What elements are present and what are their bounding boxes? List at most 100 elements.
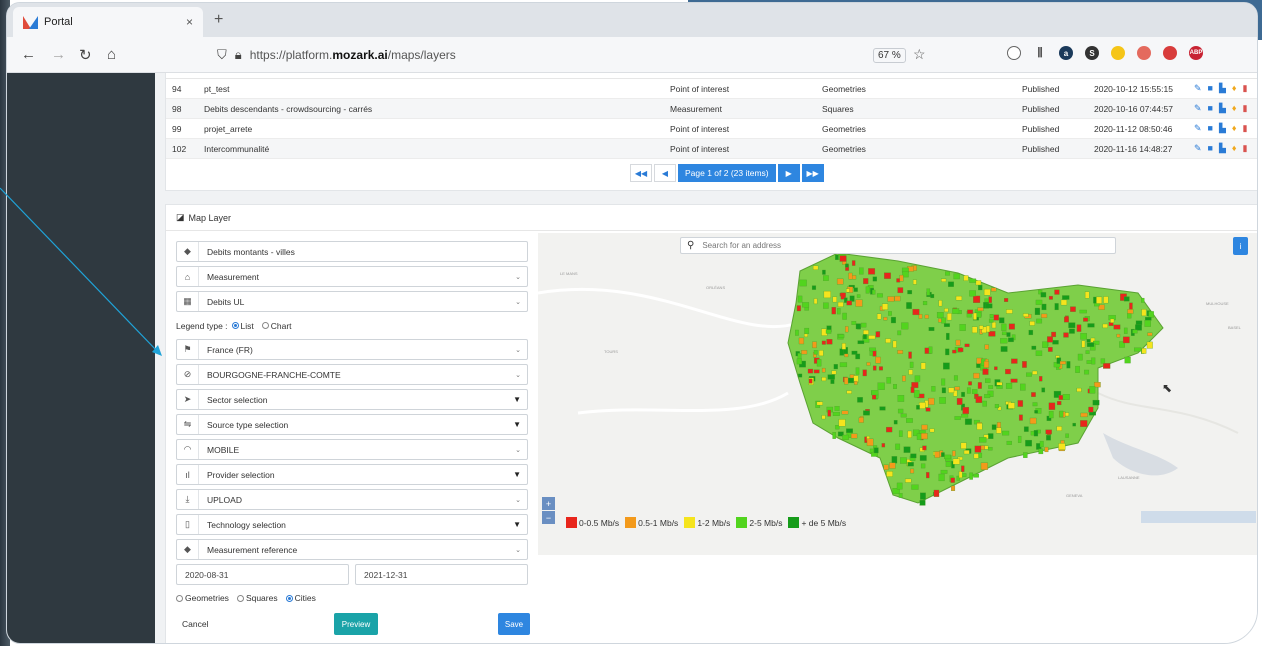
lightbulb-icon[interactable]: ♦ — [1232, 103, 1237, 114]
page-info: Page 1 of 2 (23 items) — [678, 164, 776, 182]
signal-bars-icon: ıl — [177, 465, 199, 484]
edit-icon[interactable]: ✎ — [1194, 143, 1202, 154]
direction-select[interactable]: ⤓ UPLOAD ⌄ — [176, 489, 528, 510]
map-cell — [823, 275, 829, 281]
back-arrow-icon[interactable]: ← — [21, 46, 36, 63]
shield-icon: ⛉ — [217, 47, 227, 62]
geometries-radio[interactable] — [176, 594, 183, 602]
extension-s-icon[interactable]: S — [1085, 46, 1099, 60]
adblock-icon[interactable]: ABP — [1189, 46, 1203, 60]
next-page-button[interactable]: ▶ — [777, 164, 800, 182]
save-button[interactable]: Save — [498, 613, 530, 635]
tab-close-button[interactable]: × — [186, 15, 193, 29]
map-cell — [969, 278, 977, 283]
cancel-button[interactable]: Cancel — [182, 619, 208, 629]
cities-radio[interactable] — [285, 594, 293, 602]
trash-icon[interactable]: ▮ — [1243, 83, 1248, 94]
zoom-out-button[interactable]: − — [542, 511, 555, 524]
first-page-button[interactable]: ◀◀ — [630, 164, 652, 182]
table-row[interactable]: 102 Intercommunalité Point of interest G… — [166, 139, 1257, 159]
date-from-input[interactable]: 2020-08-31 — [176, 564, 349, 585]
copy-icon[interactable]: ■ — [1208, 103, 1213, 114]
caret-down-icon: ▼ — [513, 420, 521, 429]
squares-radio[interactable] — [236, 594, 244, 602]
prev-page-button[interactable]: ◀ — [654, 164, 676, 182]
mobile-phone-icon: ▯ — [177, 515, 199, 534]
table-row[interactable]: 94 pt_test Point of interest Geometries … — [166, 79, 1257, 99]
lightbulb-icon[interactable]: ♦ — [1232, 83, 1237, 94]
file-icon[interactable]: ▙ — [1219, 143, 1226, 154]
trash-icon[interactable]: ▮ — [1243, 143, 1248, 154]
map-cell — [1044, 446, 1049, 453]
address-bar[interactable]: ⛉ 🔒︎ https://platform.mozark.ai/maps/lay… — [217, 43, 937, 67]
extension-a-icon[interactable]: a — [1059, 46, 1073, 60]
map-cell — [1066, 361, 1071, 369]
library-icon[interactable]: ⫼ — [1033, 46, 1047, 60]
map-cell — [988, 447, 993, 451]
metric-select[interactable]: ▦ Debits UL ⌄ — [176, 291, 528, 312]
edit-icon[interactable]: ✎ — [1194, 123, 1202, 134]
place-label: LE MANS — [560, 271, 578, 276]
provider-select[interactable]: ıl Provider selection ▼ — [176, 464, 528, 485]
country-select[interactable]: ⚑ France (FR) ⌄ — [176, 339, 528, 360]
map-cell — [1034, 410, 1038, 414]
technology-select[interactable]: ▯ Technology selection ▼ — [176, 514, 528, 535]
map-cell — [910, 453, 917, 459]
edit-icon[interactable]: ✎ — [1194, 103, 1202, 114]
map-cell — [928, 346, 933, 354]
map-cell — [955, 295, 963, 301]
legend-chart-radio[interactable] — [261, 322, 269, 329]
lightbulb-icon[interactable]: ♦ — [1232, 143, 1237, 154]
map-cell — [1062, 394, 1070, 400]
file-icon[interactable]: ▙ — [1219, 123, 1226, 134]
table-row[interactable]: 99 projet_arrete Point of interest Geome… — [166, 119, 1257, 139]
new-tab-button[interactable]: + — [214, 11, 223, 29]
extension-red-icon[interactable] — [1163, 46, 1177, 60]
source-type-select[interactable]: ⇋ Source type selection ▼ — [176, 414, 528, 435]
preview-button[interactable]: Preview — [334, 613, 378, 635]
table-row[interactable]: 98 Debits descendants - crowdsourcing - … — [166, 99, 1257, 119]
edit-icon[interactable]: ✎ — [1194, 83, 1202, 94]
map-cell — [991, 424, 997, 430]
network-select[interactable]: ◠ MOBILE ⌄ — [176, 439, 528, 460]
tab-title: Portal — [44, 16, 73, 28]
zoom-level[interactable]: 67 % — [873, 48, 906, 63]
pocket-icon[interactable] — [1007, 46, 1021, 60]
map-cell — [812, 341, 817, 349]
copy-icon[interactable]: ■ — [1208, 83, 1213, 94]
category-select[interactable]: ⌂ Measurement ⌄ — [176, 266, 528, 287]
copy-icon[interactable]: ■ — [1208, 123, 1213, 134]
map-view[interactable]: TROYES LE MANS ORLÉANS TOURS MULHOUSE BA… — [538, 233, 1257, 555]
address-search-input[interactable]: ⚲ Search for an address — [680, 237, 1116, 254]
map-cell — [1054, 289, 1060, 295]
zoom-in-button[interactable]: + — [542, 497, 555, 510]
legend-list-radio[interactable] — [231, 322, 239, 329]
map-cell — [929, 428, 935, 433]
lightbulb-icon[interactable]: ♦ — [1232, 123, 1237, 134]
date-to-input[interactable]: 2021-12-31 — [355, 564, 528, 585]
extension-puzzle-icon[interactable] — [1137, 46, 1151, 60]
bookmark-star-icon[interactable]: ☆ — [913, 46, 926, 63]
trash-icon[interactable]: ▮ — [1243, 103, 1248, 114]
info-button[interactable]: i — [1233, 237, 1248, 255]
extension-yellow-icon[interactable] — [1111, 46, 1125, 60]
reload-icon[interactable]: ↻ — [79, 46, 92, 64]
copy-icon[interactable]: ■ — [1208, 143, 1213, 154]
forward-arrow-icon[interactable]: → — [51, 46, 66, 63]
file-icon[interactable]: ▙ — [1219, 103, 1226, 114]
region-select[interactable]: ⊘ BOURGOGNE-FRANCHE-COMTE ⌄ — [176, 364, 528, 385]
chevron-down-icon: ⌄ — [515, 496, 521, 504]
map-cell — [973, 312, 977, 320]
map-cell — [962, 407, 970, 414]
sector-select[interactable]: ➤ Sector selection ▼ — [176, 389, 528, 410]
trash-icon[interactable]: ▮ — [1243, 123, 1248, 134]
home-icon[interactable]: ⌂ — [107, 46, 116, 63]
map-cell — [868, 268, 876, 275]
layer-name-input[interactable]: ◆ Debits montants - villes — [176, 241, 528, 262]
map-cell — [863, 278, 869, 285]
browser-tab[interactable]: Portal × — [13, 7, 203, 37]
last-page-button[interactable]: ▶▶ — [801, 164, 824, 182]
file-icon[interactable]: ▙ — [1219, 83, 1226, 94]
reference-select[interactable]: ◆ Measurement reference ⌄ — [176, 539, 528, 560]
map-cell — [895, 443, 901, 450]
